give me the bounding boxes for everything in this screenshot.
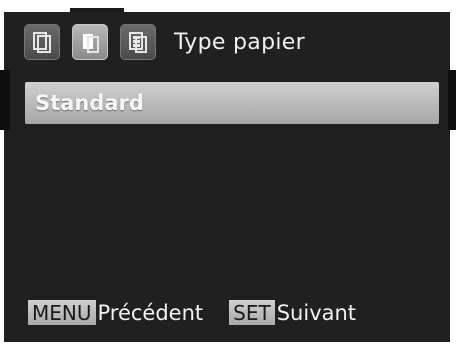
paper-type-option-label: Standard (35, 91, 144, 115)
tab-paper-type[interactable] (72, 24, 108, 60)
paper-type-icon (83, 34, 99, 53)
tab-layout[interactable] (120, 24, 156, 60)
menu-title: Type papier (174, 29, 305, 55)
single-page-icon (33, 32, 51, 53)
menu-key-badge[interactable]: MENU (28, 300, 96, 325)
footer-hints: MENU Précédent SET Suivant (28, 300, 356, 325)
left-edge-bar (0, 70, 10, 130)
menu-header: Type papier (24, 18, 442, 66)
paper-type-option-selected[interactable]: Standard (25, 82, 439, 124)
tab-single-page[interactable] (24, 24, 60, 60)
menu-key-label: Précédent (97, 300, 204, 325)
layout-grid-icon (129, 32, 147, 53)
camera-screen: Type papier Standard MENU Précédent SET … (0, 0, 456, 347)
set-key-label: Suivant (276, 300, 357, 325)
set-key-badge[interactable]: SET (229, 300, 275, 325)
right-edge-bar (448, 70, 456, 130)
